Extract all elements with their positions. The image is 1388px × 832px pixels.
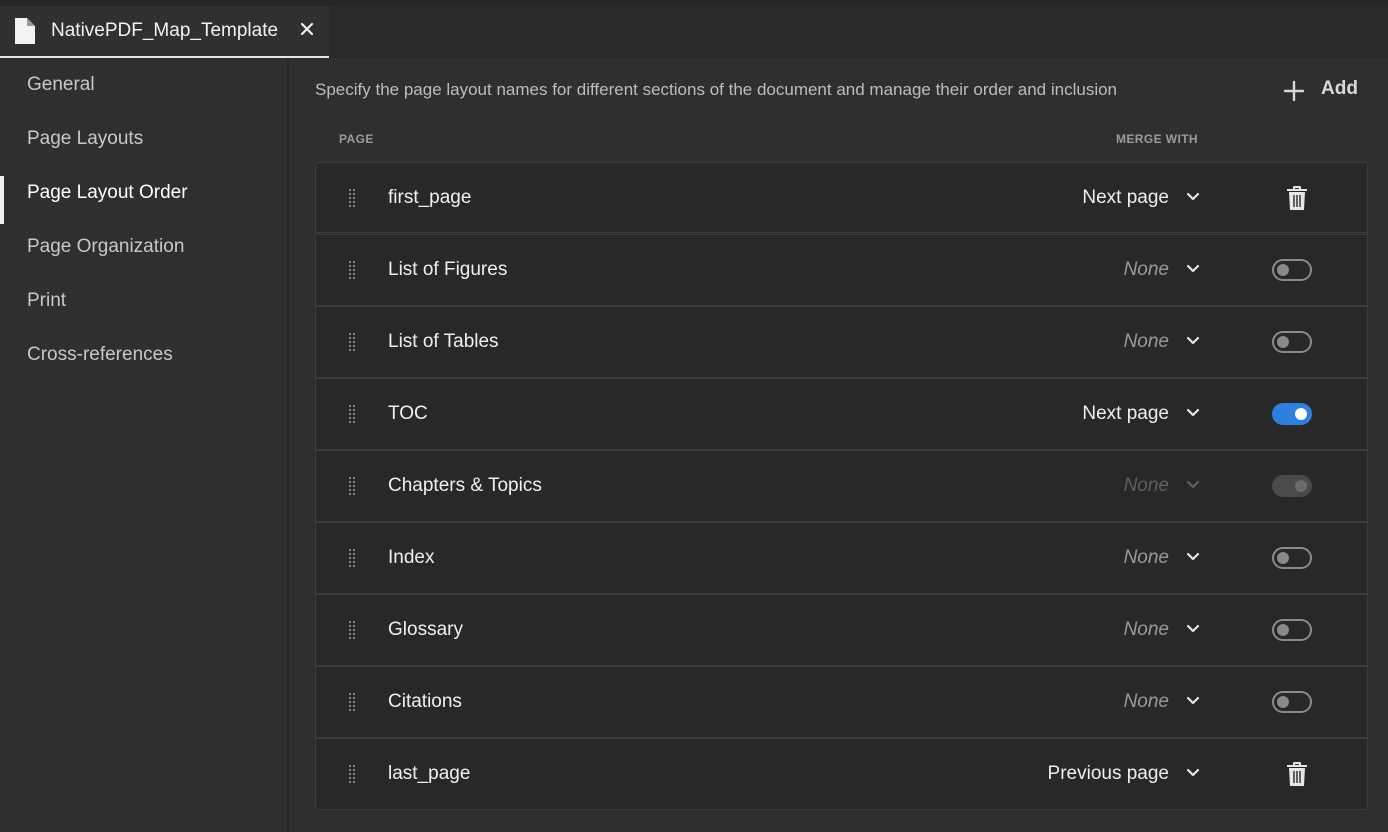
column-header-merge-with: MERGE WITH xyxy=(1116,132,1198,146)
merge-with-value[interactable]: Previous page xyxy=(1048,763,1169,785)
plus-icon xyxy=(1283,80,1305,102)
sidebar-item-page-layout-order[interactable]: Page Layout Order xyxy=(0,166,287,224)
row-name: List of Tables xyxy=(388,331,499,352)
sidebar-item-general[interactable]: General xyxy=(0,58,287,112)
merge-with-value[interactable]: None xyxy=(1124,619,1169,641)
sidebar: General Page Layouts Page Layout Order P… xyxy=(0,58,289,832)
merge-with-value[interactable]: None xyxy=(1124,691,1169,713)
include-toggle[interactable] xyxy=(1272,331,1312,353)
chevron-down-icon[interactable] xyxy=(1185,189,1201,205)
drag-handle-icon[interactable] xyxy=(347,332,357,352)
toggle-knob xyxy=(1277,336,1289,348)
chevron-down-icon[interactable] xyxy=(1185,405,1201,421)
drag-handle-icon[interactable] xyxy=(347,764,357,784)
toggle-knob xyxy=(1277,696,1289,708)
include-toggle[interactable] xyxy=(1272,403,1312,425)
merge-with-value[interactable]: None xyxy=(1124,259,1169,281)
drag-handle-icon[interactable] xyxy=(347,476,357,496)
include-toggle[interactable] xyxy=(1272,691,1312,713)
drag-handle-icon[interactable] xyxy=(347,404,357,424)
layout-row-first-page: first_page Next page xyxy=(315,162,1368,233)
sidebar-item-cross-references[interactable]: Cross-references xyxy=(0,328,287,382)
chevron-down-icon[interactable] xyxy=(1185,693,1201,709)
row-name: Glossary xyxy=(388,619,463,640)
trash-icon[interactable] xyxy=(1285,761,1309,787)
row-name: TOC xyxy=(388,403,428,424)
document-tab[interactable]: NativePDF_Map_Template xyxy=(0,6,329,58)
include-toggle[interactable] xyxy=(1272,619,1312,641)
include-toggle[interactable] xyxy=(1272,547,1312,569)
layout-row-chapters-topics: Chapters & Topics None xyxy=(315,450,1368,522)
toggle-knob xyxy=(1277,552,1289,564)
row-name: Chapters & Topics xyxy=(388,475,542,496)
main-panel: Specify the page layout names for differ… xyxy=(291,58,1388,832)
chevron-down-icon xyxy=(1186,480,1200,489)
merge-with-value[interactable]: Next page xyxy=(1082,187,1169,209)
row-name: last_page xyxy=(388,763,471,784)
file-icon xyxy=(15,18,35,44)
column-header-page: PAGE xyxy=(339,132,374,146)
toggle-knob xyxy=(1295,408,1307,420)
close-icon[interactable] xyxy=(296,18,318,40)
merge-with-value[interactable]: None xyxy=(1124,547,1169,569)
row-name: Index xyxy=(388,547,435,568)
drag-handle-icon[interactable] xyxy=(347,620,357,640)
include-toggle[interactable] xyxy=(1272,259,1312,281)
trash-icon[interactable] xyxy=(1285,185,1309,211)
sidebar-item-print[interactable]: Print xyxy=(0,274,287,328)
toggle-knob xyxy=(1277,624,1289,636)
toggle-knob xyxy=(1295,480,1307,492)
drag-handle-icon[interactable] xyxy=(347,188,357,208)
row-name: List of Figures xyxy=(388,259,508,280)
description-text: Specify the page layout names for differ… xyxy=(315,80,1118,99)
chevron-down-icon[interactable] xyxy=(1185,621,1201,637)
layout-row-citations: Citations None xyxy=(315,666,1368,738)
toggle-knob xyxy=(1277,264,1289,276)
add-button[interactable]: Add xyxy=(1283,76,1363,106)
layout-row-index: Index None xyxy=(315,522,1368,594)
layout-row-toc: TOC Next page xyxy=(315,378,1368,450)
sidebar-item-page-organization[interactable]: Page Organization xyxy=(0,220,287,274)
layout-row-list-of-tables: List of Tables None xyxy=(315,306,1368,378)
drag-handle-icon[interactable] xyxy=(347,692,357,712)
layout-row-glossary: Glossary None xyxy=(315,594,1368,666)
merge-with-value: None xyxy=(1123,475,1169,496)
layout-row-last-page: last_page Previous page xyxy=(315,738,1368,810)
layout-row-list-of-figures: List of Figures None xyxy=(315,234,1368,306)
merge-with-value[interactable]: None xyxy=(1124,331,1169,353)
row-name: Citations xyxy=(388,691,462,712)
drag-handle-icon[interactable] xyxy=(347,548,357,568)
chevron-down-icon[interactable] xyxy=(1185,333,1201,349)
merge-with-value[interactable]: Next page xyxy=(1082,403,1169,425)
include-toggle xyxy=(1272,475,1312,497)
chevron-down-icon[interactable] xyxy=(1185,261,1201,277)
chevron-down-icon[interactable] xyxy=(1185,765,1201,781)
chevron-down-icon[interactable] xyxy=(1185,549,1201,565)
drag-handle-icon[interactable] xyxy=(347,260,357,280)
sidebar-item-page-layouts[interactable]: Page Layouts xyxy=(0,112,287,166)
row-name: first_page xyxy=(388,187,472,208)
tab-title: NativePDF_Map_Template xyxy=(51,20,279,41)
add-label: Add xyxy=(1321,78,1358,99)
